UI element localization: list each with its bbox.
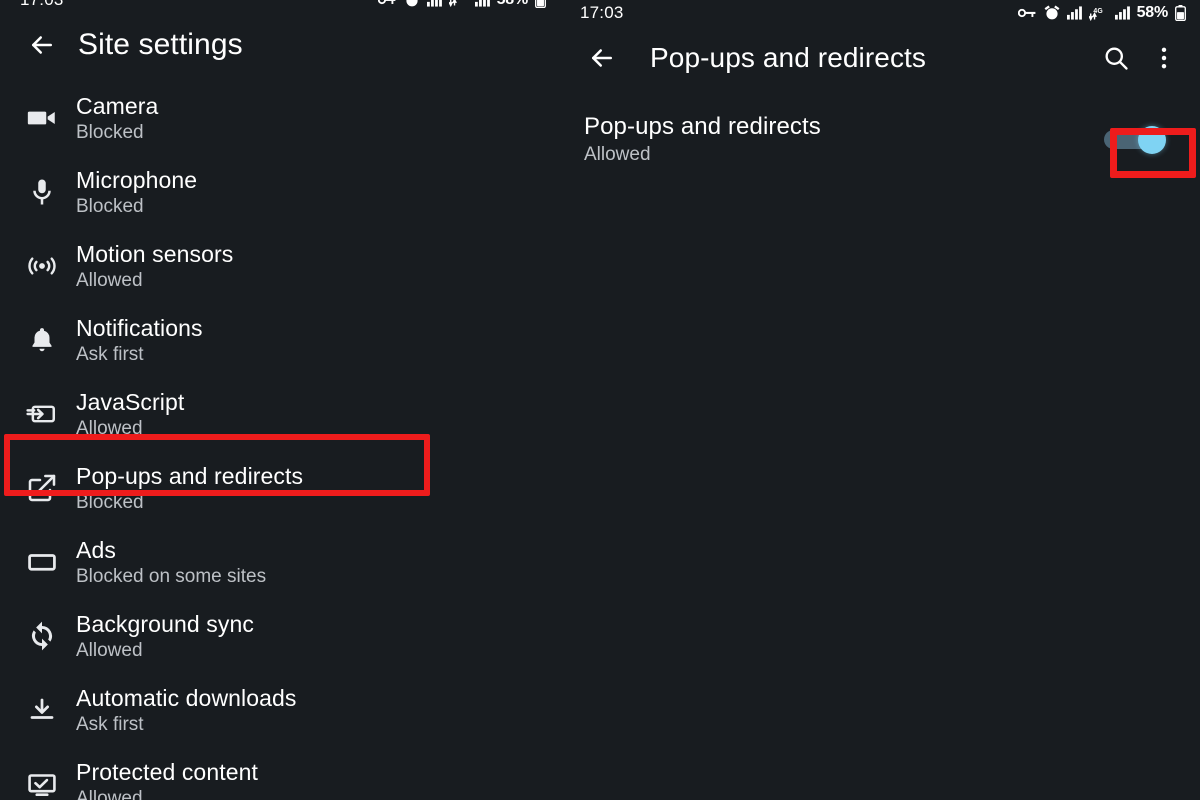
setting-row-camera[interactable]: Camera Blocked [0,81,560,155]
setting-status: Blocked on some sites [76,565,267,587]
setting-row-microphone[interactable]: Microphone Blocked [0,155,560,229]
setting-row-motion-sensors[interactable]: Motion sensors Allowed [0,229,560,303]
setting-title: Automatic downloads [76,684,297,711]
setting-title: JavaScript [76,388,185,415]
status-icons: 4G 58% [377,0,546,9]
more-options-icon[interactable] [1140,34,1188,82]
vpn-key-icon [1017,6,1037,20]
setting-status: Allowed [76,269,143,291]
setting-row-texts: Motion sensors Allowed [76,241,233,292]
back-arrow-icon[interactable] [18,21,66,69]
signal-icon [1066,6,1082,20]
popups-setting-status: Allowed [584,143,651,165]
search-icon[interactable] [1092,34,1140,82]
page-title: Site settings [78,28,243,61]
site-settings-list: Camera Blocked Microphone Blocked Motion… [0,77,560,800]
setting-row-javascript[interactable]: JavaScript Allowed [0,377,560,451]
right-status-bar: 17:03 4G 58% [560,0,1200,26]
right-panel-popups-detail: 17:03 4G 58% Pop-ups and redirects Pop-u… [560,0,1200,800]
setting-row-ads[interactable]: Ads Blocked on some sites [0,525,560,599]
setting-row-texts: Background sync Allowed [76,611,254,662]
setting-row-popups-and-redirects[interactable]: Pop-ups and redirects Blocked [0,451,560,525]
setting-title: Pop-ups and redirects [76,462,304,489]
battery-icon [1175,5,1186,21]
left-status-bar: 17:03 4G 58% [0,0,560,13]
setting-row-texts: JavaScript Allowed [76,389,184,440]
setting-title: Background sync [76,610,254,637]
protected-content-icon [8,767,76,800]
javascript-icon [8,397,76,431]
signal-icon [1114,6,1130,20]
left-panel-site-settings: 17:03 4G 58% [0,0,560,800]
4g-data-icon: 4G [448,0,468,7]
alarm-icon [1044,5,1060,21]
setting-title: Motion sensors [76,240,234,267]
setting-row-texts: Pop-ups and redirects Blocked [76,463,303,514]
setting-status: Ask first [76,343,144,365]
setting-title: Notifications [76,314,203,341]
setting-row-notifications[interactable]: Notifications Ask first [0,303,560,377]
setting-row-texts: Protected content Allowed [76,759,258,800]
popups-toggle-switch[interactable] [1104,126,1166,154]
notifications-bell-icon [8,325,76,355]
motion-sensors-icon [8,249,76,283]
popups-setting-title: Pop-ups and redirects [584,112,821,140]
microphone-icon [8,177,76,207]
status-clock: 17:03 [580,3,624,22]
dual-screenshot-composite: 17:03 4G 58% [0,0,1200,800]
page-title: Pop-ups and redirects [650,42,927,73]
signal-icon [426,0,442,7]
setting-row-texts: Notifications Ask first [76,315,203,366]
right-app-bar: Pop-ups and redirects [560,26,1200,90]
popups-redirects-icon [8,472,76,504]
alarm-icon [404,0,420,8]
setting-row-texts: Camera Blocked [76,93,158,144]
setting-status: Blocked [76,195,144,217]
setting-title: Camera [76,92,159,119]
popups-toggle-row[interactable]: Pop-ups and redirects Allowed [560,104,1200,174]
setting-row-automatic-downloads[interactable]: Automatic downloads Ask first [0,673,560,747]
setting-title: Protected content [76,758,258,785]
setting-status: Allowed [76,639,143,661]
status-clock: 17:03 [20,0,64,10]
status-icons: 4G 58% [1017,4,1186,22]
battery-percent-label: 58% [1136,4,1169,21]
battery-percent-label: 58% [497,0,529,9]
setting-row-texts: Microphone Blocked [76,167,197,218]
ads-icon [8,545,76,579]
vpn-key-icon [377,0,397,7]
setting-row-background-sync[interactable]: Background sync Allowed [0,599,560,673]
setting-status: Ask first [76,713,144,735]
left-app-bar: Site settings [0,13,560,77]
setting-row-protected-content[interactable]: Protected content Allowed [0,747,560,800]
setting-title: Microphone [76,166,198,193]
background-sync-icon [8,620,76,652]
battery-icon [535,0,546,8]
setting-status: Allowed [76,417,143,439]
popups-detail-body: Pop-ups and redirects Allowed [560,90,1200,174]
setting-title: Ads [76,536,116,563]
camera-icon [8,101,76,135]
setting-status: Blocked [76,491,144,513]
back-arrow-icon[interactable] [578,34,626,82]
popups-toggle-texts: Pop-ups and redirects Allowed [584,113,821,166]
setting-status: Allowed [76,787,143,800]
automatic-downloads-icon [8,695,76,725]
setting-status: Blocked [76,121,144,143]
setting-row-texts: Automatic downloads Ask first [76,685,297,736]
setting-row-texts: Ads Blocked on some sites [76,537,266,588]
4g-data-icon: 4G [1088,6,1108,21]
toggle-thumb [1138,126,1166,154]
signal-icon [474,0,490,7]
